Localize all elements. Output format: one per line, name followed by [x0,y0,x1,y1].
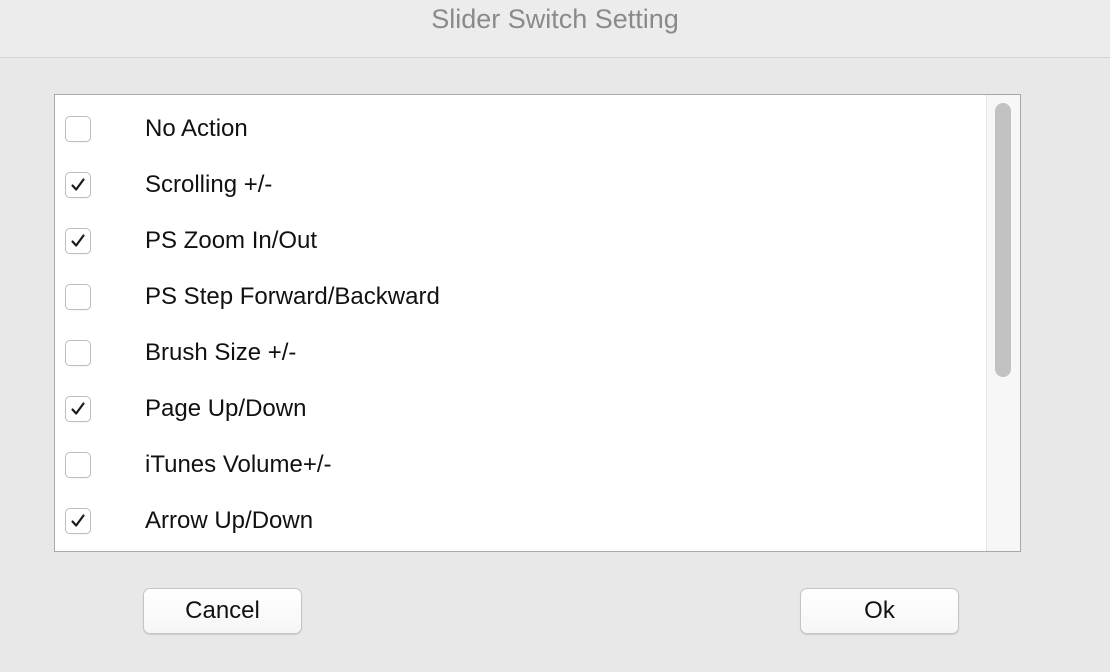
option-checkbox[interactable] [65,508,91,534]
window-title: Slider Switch Setting [431,4,679,34]
checkmark-icon [71,402,85,415]
checkmark-icon [71,178,85,191]
list-item[interactable]: Arrow Up/Down [55,493,985,549]
cancel-button[interactable]: Cancel [143,588,302,634]
option-label: Brush Size +/- [145,339,297,366]
scrollbar-track[interactable] [986,95,1020,551]
option-checkbox[interactable] [65,396,91,422]
option-checkbox[interactable] [65,172,91,198]
option-checkbox[interactable] [65,340,91,366]
scrollbar-thumb[interactable] [995,103,1011,377]
option-checkbox[interactable] [65,284,91,310]
option-checkbox[interactable] [65,228,91,254]
list-item[interactable]: No Action [55,101,985,157]
list-item[interactable]: Scrolling +/- [55,157,985,213]
option-label: Arrow Up/Down [145,507,314,534]
option-checkbox[interactable] [65,452,91,478]
ok-button[interactable]: Ok [800,588,959,634]
option-label: PS Zoom In/Out [145,227,318,254]
option-label: Page Up/Down [145,395,307,422]
title-bar: Slider Switch Setting [0,0,1110,58]
option-label: No Action [145,115,248,142]
list-item[interactable]: PS Step Forward/Backward [55,269,985,325]
checkmark-icon [71,514,85,527]
options-list[interactable]: No Action Scrolling +/- PS Zoom In/Out P… [54,94,1021,552]
option-label: PS Step Forward/Backward [145,283,440,310]
option-label: Scrolling +/- [145,171,273,198]
list-item[interactable]: iTunes Volume+/- [55,437,985,493]
option-checkbox[interactable] [65,116,91,142]
list-item[interactable]: PS Zoom In/Out [55,213,985,269]
checkmark-icon [71,234,85,247]
option-label: iTunes Volume+/- [145,451,332,478]
list-item[interactable]: Page Up/Down [55,381,985,437]
list-item[interactable]: Brush Size +/- [55,325,985,381]
